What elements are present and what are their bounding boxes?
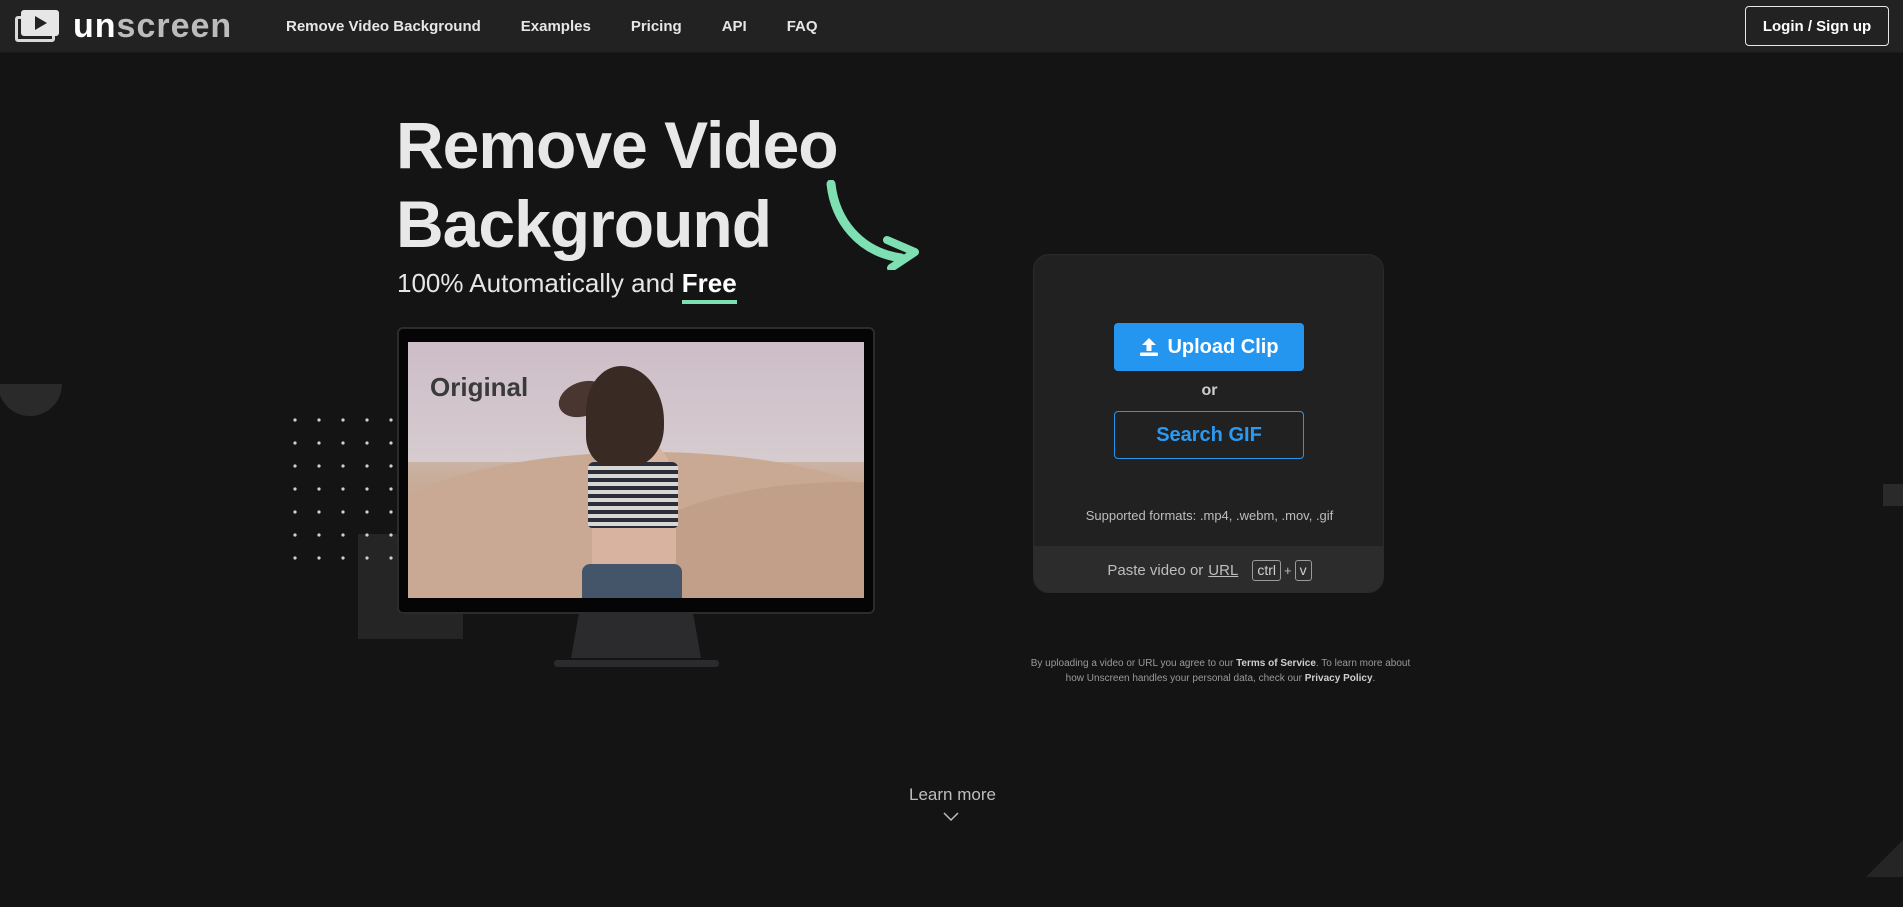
nav-link-examples[interactable]: Examples bbox=[521, 18, 591, 35]
paste-url-link[interactable]: URL bbox=[1208, 562, 1238, 579]
decorative-dots bbox=[293, 418, 393, 560]
preview-video: Original bbox=[408, 342, 864, 598]
brand-name-part1: un bbox=[73, 7, 117, 45]
hero-subtitle-prefix: 100% Automatically and bbox=[397, 268, 675, 298]
monitor-stand bbox=[571, 614, 701, 658]
monitor-preview: Original bbox=[397, 327, 875, 614]
brand-name-part2: screen bbox=[116, 7, 233, 45]
hero-subtitle: 100% Automatically and Free bbox=[397, 268, 737, 304]
terms-of-service-link[interactable]: Terms of Service bbox=[1236, 658, 1316, 669]
kbd-plus: + bbox=[1283, 562, 1292, 578]
or-separator: or bbox=[1201, 382, 1218, 399]
preview-label: Original bbox=[430, 372, 529, 402]
decorative-rect bbox=[1883, 484, 1903, 506]
navbar: unscreen Remove Video Background Example… bbox=[0, 0, 1903, 53]
kbd-v: v bbox=[1294, 559, 1312, 581]
paste-prefix: Paste video or bbox=[1107, 561, 1204, 579]
upload-clip-label: Upload Clip bbox=[1167, 335, 1279, 358]
brand-name: unscreen bbox=[73, 7, 233, 45]
terms-text-1: By uploading a video or URL you agree to… bbox=[1030, 658, 1234, 669]
monitor-stand-base bbox=[554, 660, 719, 667]
decorative-half-circle bbox=[0, 384, 62, 416]
nav-link-remove-video-background[interactable]: Remove Video Background bbox=[286, 18, 481, 35]
chevron-down-icon[interactable] bbox=[943, 812, 959, 822]
play-icon bbox=[15, 10, 59, 42]
nav-links: Remove Video Background Examples Pricing… bbox=[286, 0, 858, 53]
hero-subtitle-free: Free bbox=[681, 268, 737, 304]
terms-text-3: . bbox=[1372, 673, 1376, 684]
upload-icon bbox=[1139, 337, 1159, 357]
upload-card: Upload Clip or Search GIF Supported form… bbox=[1033, 254, 1384, 593]
kbd-ctrl: ctrl bbox=[1252, 559, 1281, 581]
nav-link-pricing[interactable]: Pricing bbox=[631, 18, 682, 35]
login-signup-button[interactable]: Login / Sign up bbox=[1745, 6, 1889, 46]
nav-link-faq[interactable]: FAQ bbox=[787, 18, 818, 35]
search-gif-button[interactable]: Search GIF bbox=[1114, 411, 1304, 459]
upload-clip-button[interactable]: Upload Clip bbox=[1114, 323, 1304, 371]
nav-link-api[interactable]: API bbox=[722, 18, 747, 35]
decorative-triangle bbox=[1866, 840, 1903, 877]
brand-logo-link[interactable]: unscreen bbox=[15, 7, 233, 45]
terms-notice: By uploading a video or URL you agree to… bbox=[1028, 656, 1413, 686]
paste-bar: Paste video or URL ctrl + v bbox=[1034, 546, 1383, 592]
supported-formats: Supported formats: .mp4, .webm, .mov, .g… bbox=[1085, 508, 1334, 523]
privacy-policy-link[interactable]: Privacy Policy bbox=[1305, 673, 1373, 684]
learn-more-link[interactable]: Learn more bbox=[909, 785, 996, 805]
curved-arrow-icon bbox=[826, 180, 919, 270]
